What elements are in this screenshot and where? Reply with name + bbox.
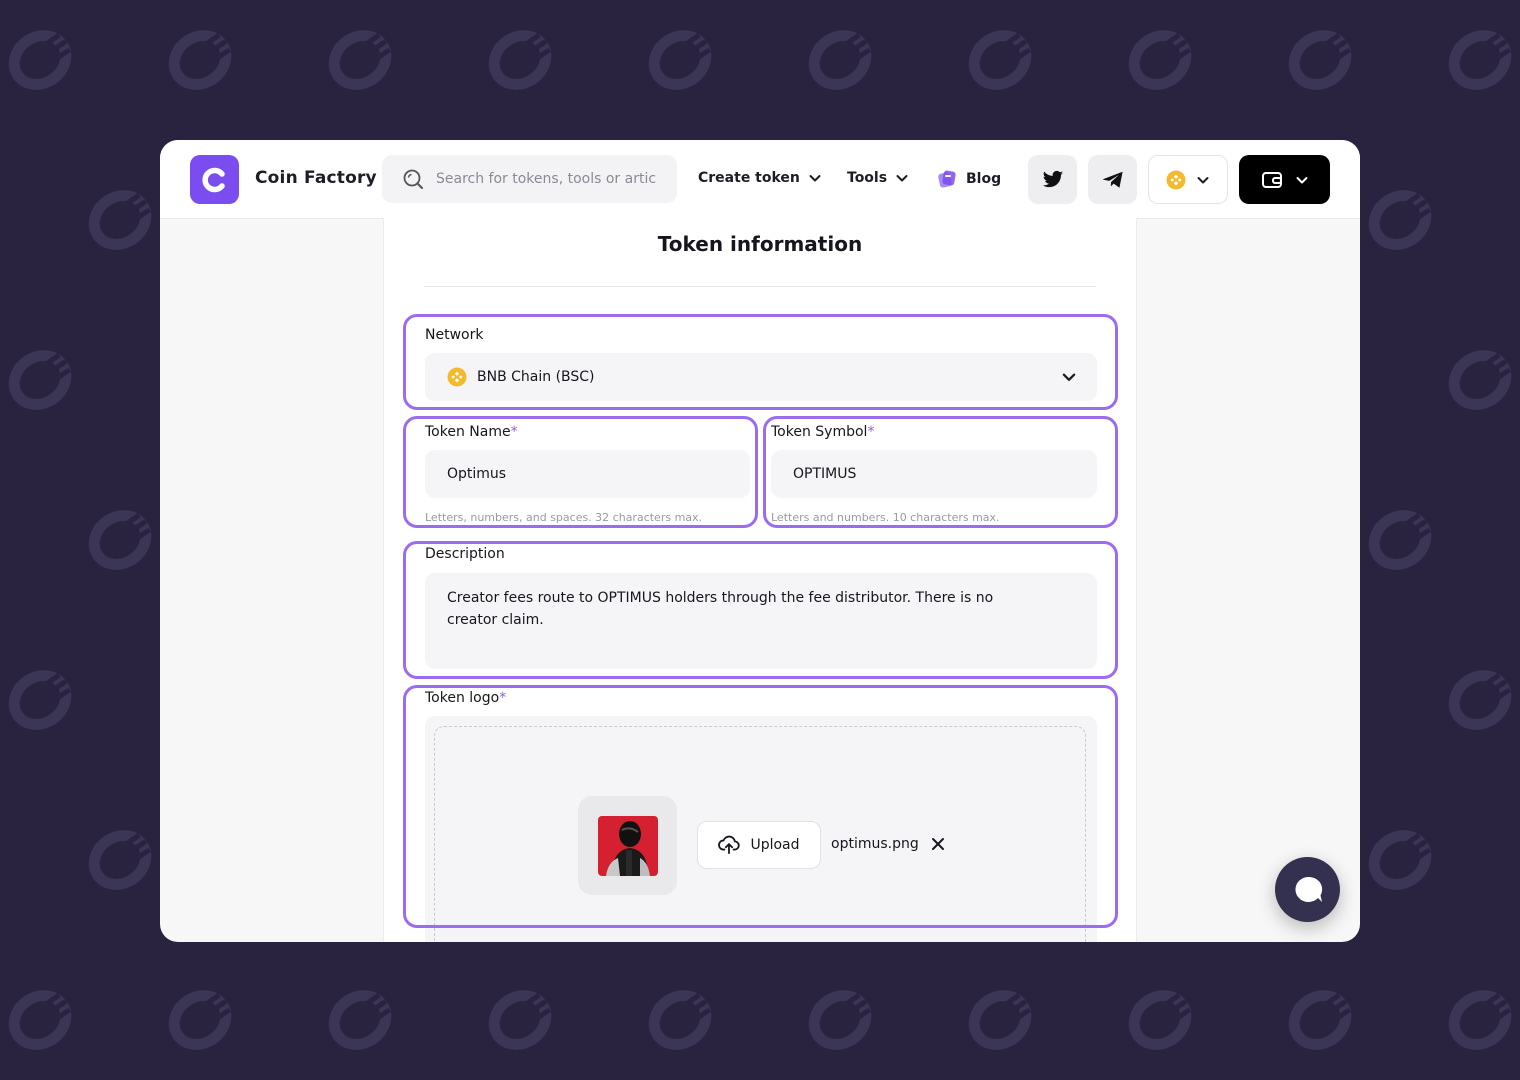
telegram-button[interactable] [1088, 155, 1137, 204]
background-ring-icon [8, 28, 72, 92]
twitter-icon [1042, 170, 1063, 187]
telegram-icon [1102, 171, 1123, 188]
chevron-down-icon [1062, 373, 1076, 381]
background-ring-icon [88, 508, 152, 572]
wallet-icon [1261, 171, 1282, 188]
background-ring-icon [1448, 28, 1512, 92]
blog-icon [938, 170, 956, 188]
nav-tools[interactable]: Tools [847, 170, 909, 186]
token-logo-highlight [403, 685, 1118, 928]
background-ring-icon [808, 988, 872, 1052]
logo-c-icon [201, 167, 225, 192]
background-ring-icon [328, 988, 392, 1052]
chevron-down-icon [1197, 176, 1209, 183]
search-bar[interactable] [382, 155, 677, 203]
app-window: Coin Factory Create token Tools [160, 140, 1360, 942]
background-ring-icon [808, 28, 872, 92]
network-selector-button[interactable] [1148, 155, 1228, 204]
token-name-highlight [403, 416, 758, 528]
token-form-panel: Token information Network BNB Chain (BSC… [383, 218, 1137, 942]
form-divider [424, 286, 1096, 287]
token-symbol-highlight [763, 416, 1118, 528]
chevron-down-icon [896, 175, 908, 182]
network-value: BNB Chain (BSC) [477, 369, 595, 385]
description-highlight [403, 541, 1118, 679]
background-ring-icon [328, 28, 392, 92]
background-ring-icon [1368, 188, 1432, 252]
form-title: Token information [657, 232, 863, 256]
background-ring-icon [1128, 988, 1192, 1052]
background-ring-icon [1128, 28, 1192, 92]
background-ring-icon [1368, 508, 1432, 572]
network-label: Network [425, 327, 484, 343]
background-ring-icon [968, 28, 1032, 92]
background-ring-icon [8, 668, 72, 732]
bnb-icon [447, 367, 467, 387]
background-ring-icon [1448, 668, 1512, 732]
nav-blog-label: Blog [966, 171, 1002, 187]
background-ring-icon [1288, 988, 1352, 1052]
network-select[interactable]: BNB Chain (BSC) [425, 353, 1097, 401]
top-navigation-bar: Coin Factory Create token Tools [160, 140, 1360, 219]
coin-factory-logo[interactable] [190, 155, 239, 204]
bnb-icon [1166, 170, 1186, 189]
nav-create-token-label: Create token [698, 170, 800, 186]
background-ring-icon [88, 188, 152, 252]
chevron-down-icon [1296, 176, 1307, 183]
chevron-down-icon [809, 175, 821, 182]
chat-icon [1294, 876, 1322, 902]
nav-blog[interactable]: Blog [936, 168, 1001, 190]
background-ring-icon [648, 988, 712, 1052]
brand-name[interactable]: Coin Factory [255, 168, 377, 188]
search-icon [403, 169, 423, 189]
chat-support-button[interactable] [1275, 857, 1340, 922]
background-ring-icon [1448, 348, 1512, 412]
background-ring-icon [488, 988, 552, 1052]
twitter-button[interactable] [1028, 155, 1077, 204]
background-ring-icon [1448, 988, 1512, 1052]
background-ring-icon [968, 988, 1032, 1052]
nav-create-token[interactable]: Create token [698, 170, 822, 186]
background-ring-icon [168, 988, 232, 1052]
background-ring-icon [488, 28, 552, 92]
background-ring-icon [8, 348, 72, 412]
background-ring-icon [1368, 828, 1432, 892]
nav-tools-label: Tools [847, 170, 888, 186]
background-ring-icon [648, 28, 712, 92]
background-ring-icon [88, 828, 152, 892]
background-ring-icon [8, 988, 72, 1052]
wallet-button[interactable] [1239, 155, 1330, 204]
search-input[interactable] [434, 170, 677, 188]
background-ring-icon [168, 28, 232, 92]
background-ring-icon [1288, 28, 1352, 92]
